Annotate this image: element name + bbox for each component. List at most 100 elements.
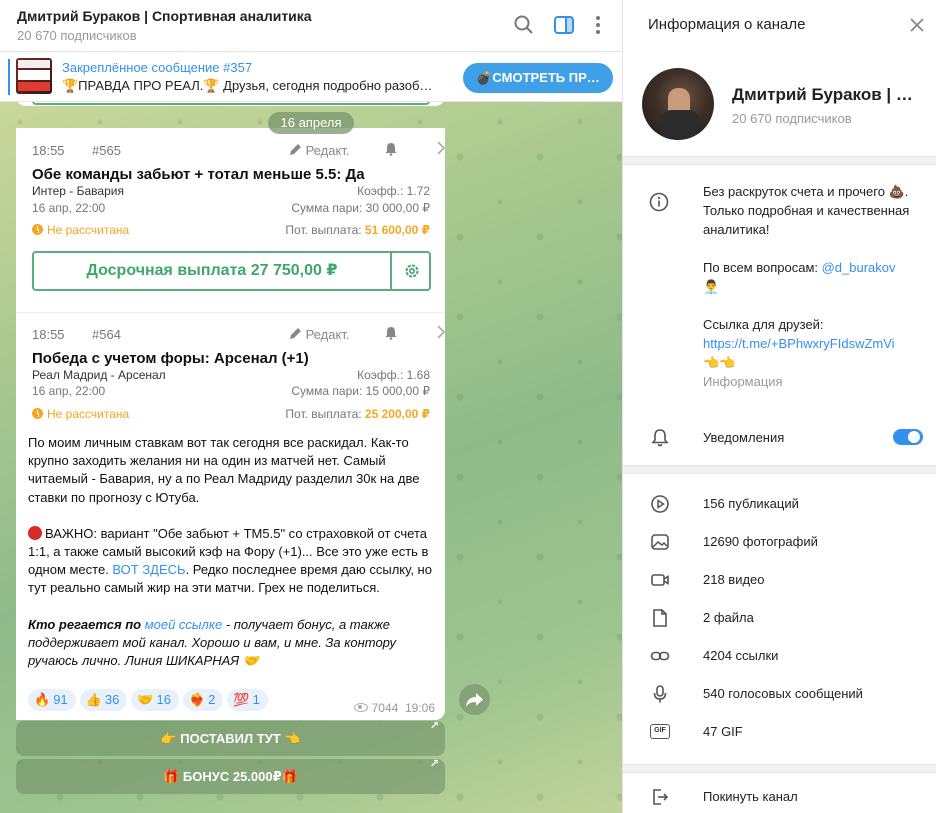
invite-link[interactable]: https://t.me/+BPhwxryFIdswZmVi [703, 336, 895, 351]
close-icon[interactable] [909, 17, 925, 33]
search-icon[interactable] [513, 14, 535, 36]
forward-button[interactable] [459, 684, 490, 715]
reaction-fire[interactable]: 🔥 91 [28, 689, 76, 711]
media-posts-label: 156 публикаций [703, 496, 799, 511]
reaction-handshake[interactable]: 🤝 16 [131, 689, 179, 711]
cashout-button[interactable]: Досрочная выплата 27 750,00 ₽ [32, 251, 431, 291]
channel-description: Без раскруток счета и прочего 💩. Только … [703, 182, 919, 391]
bet-teams: Реал Мадрид - Арсенал [32, 368, 166, 382]
gif-icon: GIF [650, 724, 670, 739]
about-emoji-3: 👈👈 [703, 355, 736, 370]
about-label: Информация [703, 374, 783, 389]
video-icon [651, 574, 669, 586]
leave-channel-button[interactable]: Покинуть канал [623, 778, 936, 813]
edit-bet-button[interactable]: Редакт. [288, 143, 349, 158]
sidebar-toggle-icon[interactable] [553, 14, 575, 36]
photo-icon [651, 534, 669, 550]
reactions-bar: 🔥 91 👍 36 🤝 16 ❤️‍🔥 2 💯 1 [28, 689, 272, 711]
info-icon [649, 192, 669, 212]
channel-name: Дмитрий Бураков | Спортивная аналитика [732, 85, 922, 104]
section-divider [623, 156, 936, 165]
chevron-right-icon[interactable] [436, 325, 446, 339]
chevron-right-icon[interactable] [436, 141, 446, 155]
media-files[interactable]: 2 файла [623, 599, 936, 637]
media-voice-label: 540 голосовых сообщений [703, 686, 863, 701]
about-emoji-2: 👨‍💼 [703, 279, 720, 294]
bet-number: #564 [92, 327, 121, 342]
bet-coef: Коэфф.: 1.68 [357, 368, 430, 382]
more-vertical-icon[interactable] [587, 14, 609, 36]
bet-title: Победа с учетом форы: Арсенал (+1) [32, 350, 309, 367]
eye-icon [353, 703, 368, 712]
bet-time: 18:55 [32, 327, 65, 342]
pencil-icon [290, 328, 301, 339]
chat-header[interactable]: Дмитрий Бураков | Спортивная аналитика 2… [0, 0, 622, 52]
media-links-label: 4204 ссылки [703, 648, 779, 663]
bet-date: 16 апр, 22:00 [32, 201, 106, 215]
leave-channel-label: Покинуть канал [703, 789, 798, 804]
about-text-1: Без раскруток счета и прочего 💩. Только … [703, 184, 910, 237]
media-gifs-label: 47 GIF [703, 724, 743, 739]
bet-time: 18:55 [32, 143, 65, 158]
view-count: 7044 [371, 701, 399, 715]
bet-stake: Сумма пари: 30 000,00 ₽ [291, 201, 430, 215]
bell-icon[interactable] [384, 326, 398, 340]
media-links[interactable]: 4204 ссылки [623, 637, 936, 675]
chat-title[interactable]: Дмитрий Бураков | Спортивная аналитика [17, 8, 312, 24]
bet-date: 16 апр, 22:00 [32, 384, 106, 398]
pinned-text: 🏆ПРАВДА ПРО РЕАЛ.🏆 Друзья, сегодня подро… [62, 78, 433, 93]
external-link-icon: ↗ [429, 720, 439, 732]
media-videos-label: 218 видео [703, 572, 765, 587]
message-paragraph-2: ВАЖНО: вариант "Обе забьют + ТМ5.5" со с… [28, 525, 432, 596]
bet-payout: Пот. выплата: 25 200,00 ₽ [285, 407, 430, 421]
clock-icon [32, 408, 43, 419]
inline-button-bonus[interactable]: 🎁 БОНУС 25.000₽🎁 ↗ [16, 758, 445, 794]
gear-icon[interactable] [403, 262, 421, 280]
bell-icon[interactable] [384, 142, 398, 156]
notifications-toggle[interactable] [893, 429, 923, 445]
file-icon [653, 609, 667, 627]
chat-pane: Дмитрий Бураков | Спортивная аналитика 2… [0, 0, 622, 813]
date-separator: 16 апреля [268, 112, 354, 134]
posts-icon [651, 495, 669, 513]
contact-username-link[interactable]: @d_burakov [822, 260, 896, 275]
media-posts[interactable]: 156 публикаций [623, 485, 936, 523]
pinned-thumbnail [16, 58, 52, 94]
here-link[interactable]: ВОТ ЗДЕСЬ [112, 562, 185, 577]
bet-card-565: 18:55 #565 Редакт. Обе команды забьют + … [16, 128, 446, 312]
cashout-label[interactable]: Досрочная выплата 27 750,00 ₽ [34, 253, 390, 289]
inline-button-place-bet[interactable]: 👉 ПОСТАВИЛ ТУТ 👈 ↗ [16, 720, 445, 756]
payout-value: 25 200,00 ₽ [364, 407, 430, 421]
share-arrow-icon [466, 693, 483, 707]
red-circle-icon [28, 525, 42, 540]
payout-value: 51 600,00 ₽ [364, 223, 430, 237]
message-paragraph-1: По моим личным ставкам вот так сегодня в… [28, 435, 420, 505]
bet-status: Не рассчитана [32, 223, 129, 237]
pinned-watch-button[interactable]: 💣СМОТРЕТЬ ПР… [463, 63, 613, 93]
channel-avatar[interactable] [642, 68, 714, 140]
leave-icon [653, 789, 669, 805]
about-text-3: Ссылка для друзей: [703, 317, 824, 332]
bet-number: #565 [92, 143, 121, 158]
reaction-heart-fire[interactable]: ❤️‍🔥 2 [182, 689, 224, 711]
cashout-divider [390, 253, 392, 289]
bet-stake: Сумма пари: 15 000,00 ₽ [291, 384, 430, 398]
media-videos[interactable]: 218 видео [623, 561, 936, 599]
edit-bet-button[interactable]: Редакт. [288, 327, 349, 342]
reaction-thumbs-up[interactable]: 👍 36 [79, 689, 128, 711]
bet-title: Обе команды забьют + тотал меньше 5.5: Д… [32, 166, 365, 183]
media-voice[interactable]: 540 голосовых сообщений [623, 675, 936, 713]
media-gifs[interactable]: GIF 47 GIF [623, 713, 936, 751]
media-photos[interactable]: 12690 фотографий [623, 523, 936, 561]
my-referral-link[interactable]: моей ссылке [145, 617, 222, 632]
microphone-icon [653, 685, 667, 703]
message-bubble[interactable]: 18:55 #565 Редакт. Обе команды забьют + … [16, 128, 446, 720]
bet-status-label: Не рассчитана [47, 407, 130, 421]
edit-label: Редакт. [305, 143, 350, 158]
pinned-message-bar[interactable]: Закреплённое сообщение #357 🏆ПРАВДА ПРО … [0, 52, 622, 102]
section-divider [623, 465, 936, 474]
edit-label: Редакт. [305, 327, 350, 342]
clock-icon [32, 224, 43, 235]
reaction-hundred[interactable]: 💯 1 [227, 689, 268, 711]
section-divider [623, 764, 936, 773]
